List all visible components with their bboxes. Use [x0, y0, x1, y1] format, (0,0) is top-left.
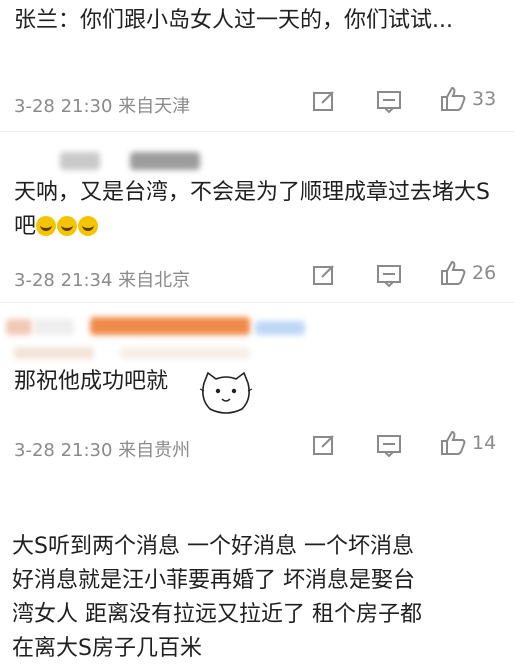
comment-3: 那祝他成功吧就 3-28 21:30 来自贵州 14 — [0, 303, 514, 473]
laugh-cry-emoji-icon — [57, 216, 78, 236]
like-icon — [441, 86, 466, 111]
laugh-cry-emoji-icon — [78, 216, 99, 236]
like-count: 33 — [472, 88, 497, 110]
blurred-username — [130, 152, 200, 170]
blurred-username — [255, 321, 305, 335]
like-button[interactable]: 33 — [440, 86, 496, 112]
share-icon — [313, 265, 334, 285]
laugh-cry-emoji-icon — [36, 216, 57, 236]
comment-button[interactable] — [376, 432, 402, 458]
like-icon — [441, 260, 466, 285]
blurred-username — [60, 152, 100, 170]
blurred-username — [6, 319, 32, 335]
like-count: 26 — [472, 262, 497, 284]
share-icon — [313, 91, 334, 111]
like-icon — [441, 430, 466, 455]
comment-icon — [377, 265, 401, 288]
comment-1-meta: 3-28 21:30 来自天津 — [14, 96, 191, 117]
share-button[interactable] — [311, 262, 337, 288]
post-text: 大S听到两个消息 一个好消息 一个坏消息 好消息就是汪小菲要再婚了 坏消息是娶台… — [12, 530, 506, 666]
share-button[interactable] — [311, 88, 337, 114]
post-line: 大S听到两个消息 一个好消息 一个坏消息 — [12, 534, 414, 559]
comment-button[interactable] — [376, 88, 402, 114]
blurred-username — [90, 317, 250, 335]
post-line: 在离大S房子几百米 — [12, 636, 202, 661]
comment-icon — [377, 91, 401, 114]
comment-2: 天呐，又是台湾，不会是为了顺理成章过去堵大S吧 3-28 21:34 来自北京 … — [0, 132, 514, 300]
blurred-username — [14, 347, 94, 359]
comment-2-meta: 3-28 21:34 来自北京 — [14, 270, 191, 291]
post-line: 湾女人 距离没有拉远又拉近了 租个房子都 — [12, 602, 422, 627]
post-line: 好消息就是汪小菲要再婚了 坏消息是娶台 — [12, 568, 415, 593]
comment-author[interactable]: 张兰 — [14, 8, 58, 33]
comment-icon — [377, 435, 401, 458]
comment-button[interactable] — [376, 262, 402, 288]
share-icon — [313, 435, 334, 455]
comment-3-meta: 3-28 21:30 来自贵州 — [14, 440, 191, 461]
share-button[interactable] — [311, 432, 337, 458]
cat-sticker-icon — [199, 371, 253, 414]
blurred-username — [34, 319, 74, 335]
like-button[interactable]: 26 — [440, 260, 496, 286]
blurred-username — [120, 347, 250, 359]
comment-3-text: 那祝他成功吧就 — [14, 369, 169, 394]
comment-1: 张兰：你们跟小岛女人过一天的，你们试试... 3-28 21:30 来自天津 3… — [0, 0, 514, 130]
like-button[interactable]: 14 — [440, 430, 496, 456]
like-count: 14 — [472, 432, 497, 454]
comment-1-text: 张兰：你们跟小岛女人过一天的，你们试试... — [14, 8, 453, 33]
comment-2-text: 天呐，又是台湾，不会是为了顺理成章过去堵大S吧 — [14, 180, 490, 239]
